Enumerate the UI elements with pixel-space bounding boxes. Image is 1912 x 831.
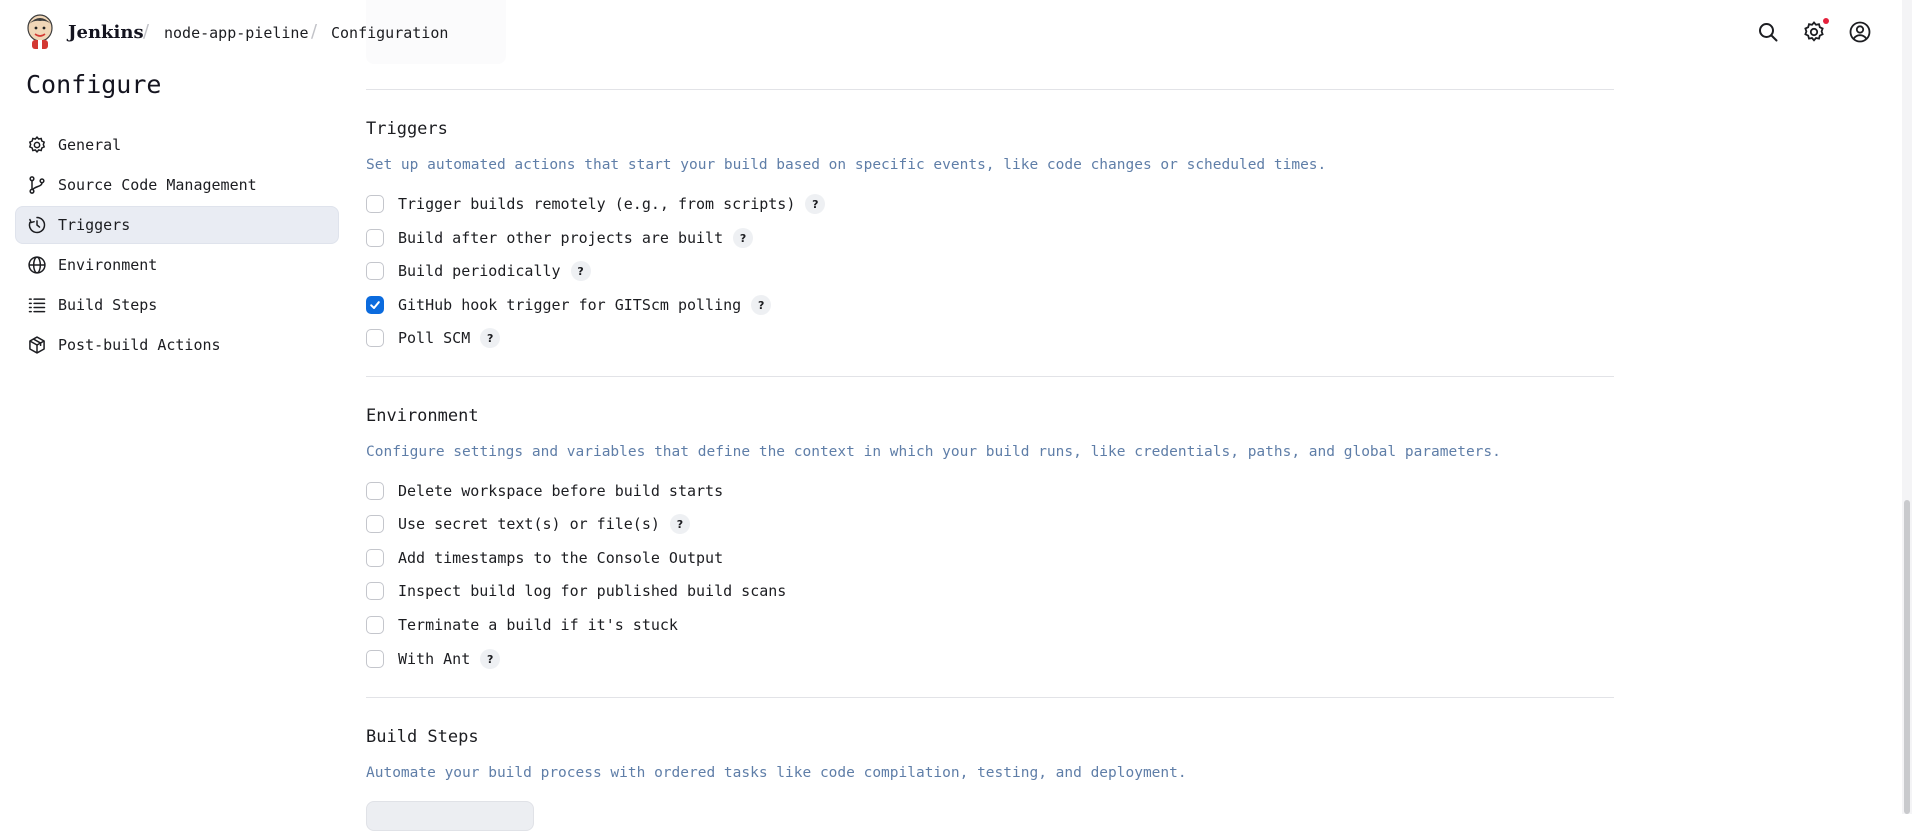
checkbox[interactable] bbox=[366, 515, 384, 533]
clock-icon bbox=[28, 216, 46, 234]
checkbox[interactable] bbox=[366, 650, 384, 668]
option-label: Use secret text(s) or file(s) bbox=[398, 515, 660, 533]
section-divider bbox=[366, 89, 1614, 90]
jenkins-home-link[interactable]: Jenkins bbox=[26, 14, 144, 50]
env-option-delete-workspace[interactable]: Delete workspace before build starts bbox=[366, 480, 723, 502]
checkbox[interactable] bbox=[366, 262, 384, 280]
help-icon[interactable]: ? bbox=[480, 328, 501, 348]
scrollbar[interactable] bbox=[1902, 0, 1912, 814]
add-build-step-button[interactable] bbox=[366, 801, 534, 831]
breadcrumb-separator: / bbox=[143, 21, 150, 42]
option-label: Terminate a build if it's stuck bbox=[398, 616, 678, 634]
page-title: Configure bbox=[26, 70, 162, 99]
sidebar-item-triggers[interactable]: Triggers bbox=[15, 206, 339, 244]
globe-icon bbox=[28, 256, 46, 274]
checkbox[interactable] bbox=[366, 582, 384, 600]
trigger-option-periodically[interactable]: Build periodically ? bbox=[366, 260, 591, 282]
sidebar-item-environment[interactable]: Environment bbox=[15, 246, 339, 284]
help-icon[interactable]: ? bbox=[480, 649, 501, 669]
package-icon bbox=[29, 336, 45, 354]
user-icon[interactable] bbox=[1848, 20, 1872, 44]
trigger-option-poll-scm[interactable]: Poll SCM ? bbox=[366, 327, 501, 349]
sidebar-item-source-code-management[interactable]: Source Code Management bbox=[15, 166, 339, 204]
option-label: GitHub hook trigger for GITScm polling bbox=[398, 296, 742, 314]
help-icon[interactable]: ? bbox=[751, 295, 772, 315]
checkbox[interactable] bbox=[366, 329, 384, 347]
option-label: Delete workspace before build starts bbox=[398, 482, 724, 500]
option-label: Poll SCM bbox=[398, 329, 471, 347]
checkbox[interactable] bbox=[366, 616, 384, 634]
help-icon[interactable]: ? bbox=[733, 228, 754, 248]
sidebar-item-post-build-actions[interactable]: Post-build Actions bbox=[15, 326, 339, 364]
gear-icon bbox=[28, 135, 46, 154]
section-divider bbox=[366, 376, 1614, 377]
top-header: Jenkins / node-app-pieline / Configurati… bbox=[0, 0, 1912, 64]
checkbox[interactable] bbox=[366, 195, 384, 213]
checkbox[interactable] bbox=[366, 549, 384, 567]
settings-icon[interactable] bbox=[1802, 20, 1826, 44]
sidebar-item-label: Environment bbox=[58, 256, 158, 274]
sidebar-item-label: Build Steps bbox=[58, 296, 158, 314]
env-option-with-ant[interactable]: With Ant ? bbox=[366, 648, 501, 670]
scrollbar-thumb[interactable] bbox=[1904, 500, 1910, 814]
trigger-option-after-other-projects[interactable]: Build after other projects are built ? bbox=[366, 227, 754, 249]
section-title-triggers: Triggers bbox=[366, 119, 448, 139]
option-label: Trigger builds remotely (e.g., from scri… bbox=[398, 195, 796, 213]
help-icon[interactable]: ? bbox=[669, 514, 690, 534]
sidebar-item-build-steps[interactable]: Build Steps bbox=[15, 286, 339, 324]
option-label: With Ant bbox=[398, 650, 471, 668]
trigger-option-remote[interactable]: Trigger builds remotely (e.g., from scri… bbox=[366, 193, 826, 215]
breadcrumb-current[interactable]: Configuration bbox=[331, 24, 448, 42]
notification-dot bbox=[1823, 18, 1829, 24]
option-label: Inspect build log for published build sc… bbox=[398, 582, 787, 600]
section-title-build-steps: Build Steps bbox=[366, 727, 479, 747]
section-divider bbox=[366, 697, 1614, 698]
env-option-timestamps[interactable]: Add timestamps to the Console Output bbox=[366, 547, 723, 569]
breadcrumb-job[interactable]: node-app-pieline bbox=[164, 24, 309, 42]
source-control-icon bbox=[29, 176, 45, 194]
section-description-build-steps: Automate your build process with ordered… bbox=[366, 765, 1187, 781]
brand-name: Jenkins bbox=[68, 21, 144, 43]
sidebar-item-label: Triggers bbox=[58, 216, 131, 234]
option-label: Build after other projects are built bbox=[398, 229, 724, 247]
option-label: Build periodically bbox=[398, 262, 561, 280]
section-description-triggers: Set up automated actions that start your… bbox=[366, 157, 1327, 173]
list-icon bbox=[28, 298, 46, 313]
checkbox[interactable] bbox=[366, 482, 384, 500]
sidebar-item-label: Post-build Actions bbox=[58, 336, 221, 354]
checkmark-icon bbox=[370, 301, 380, 309]
env-option-terminate-stuck[interactable]: Terminate a build if it's stuck bbox=[366, 614, 678, 636]
breadcrumb-separator: / bbox=[311, 21, 318, 42]
sidebar-item-label: General bbox=[58, 136, 122, 154]
search-icon[interactable] bbox=[1756, 20, 1780, 44]
jenkins-logo-icon bbox=[27, 14, 53, 49]
checkbox-checked[interactable] bbox=[366, 296, 384, 314]
sidebar-item-label: Source Code Management bbox=[58, 176, 257, 194]
help-icon[interactable]: ? bbox=[570, 261, 591, 281]
sidebar-item-general[interactable]: General bbox=[15, 126, 339, 164]
checkbox[interactable] bbox=[366, 229, 384, 247]
env-option-inspect-build-log[interactable]: Inspect build log for published build sc… bbox=[366, 580, 786, 602]
option-label: Add timestamps to the Console Output bbox=[398, 549, 724, 567]
section-description-environment: Configure settings and variables that de… bbox=[366, 444, 1501, 460]
section-title-environment: Environment bbox=[366, 406, 479, 426]
help-icon[interactable]: ? bbox=[805, 194, 826, 214]
env-option-secret-text[interactable]: Use secret text(s) or file(s) ? bbox=[366, 513, 690, 535]
trigger-option-github-hook[interactable]: GitHub hook trigger for GITScm polling ? bbox=[366, 294, 772, 316]
